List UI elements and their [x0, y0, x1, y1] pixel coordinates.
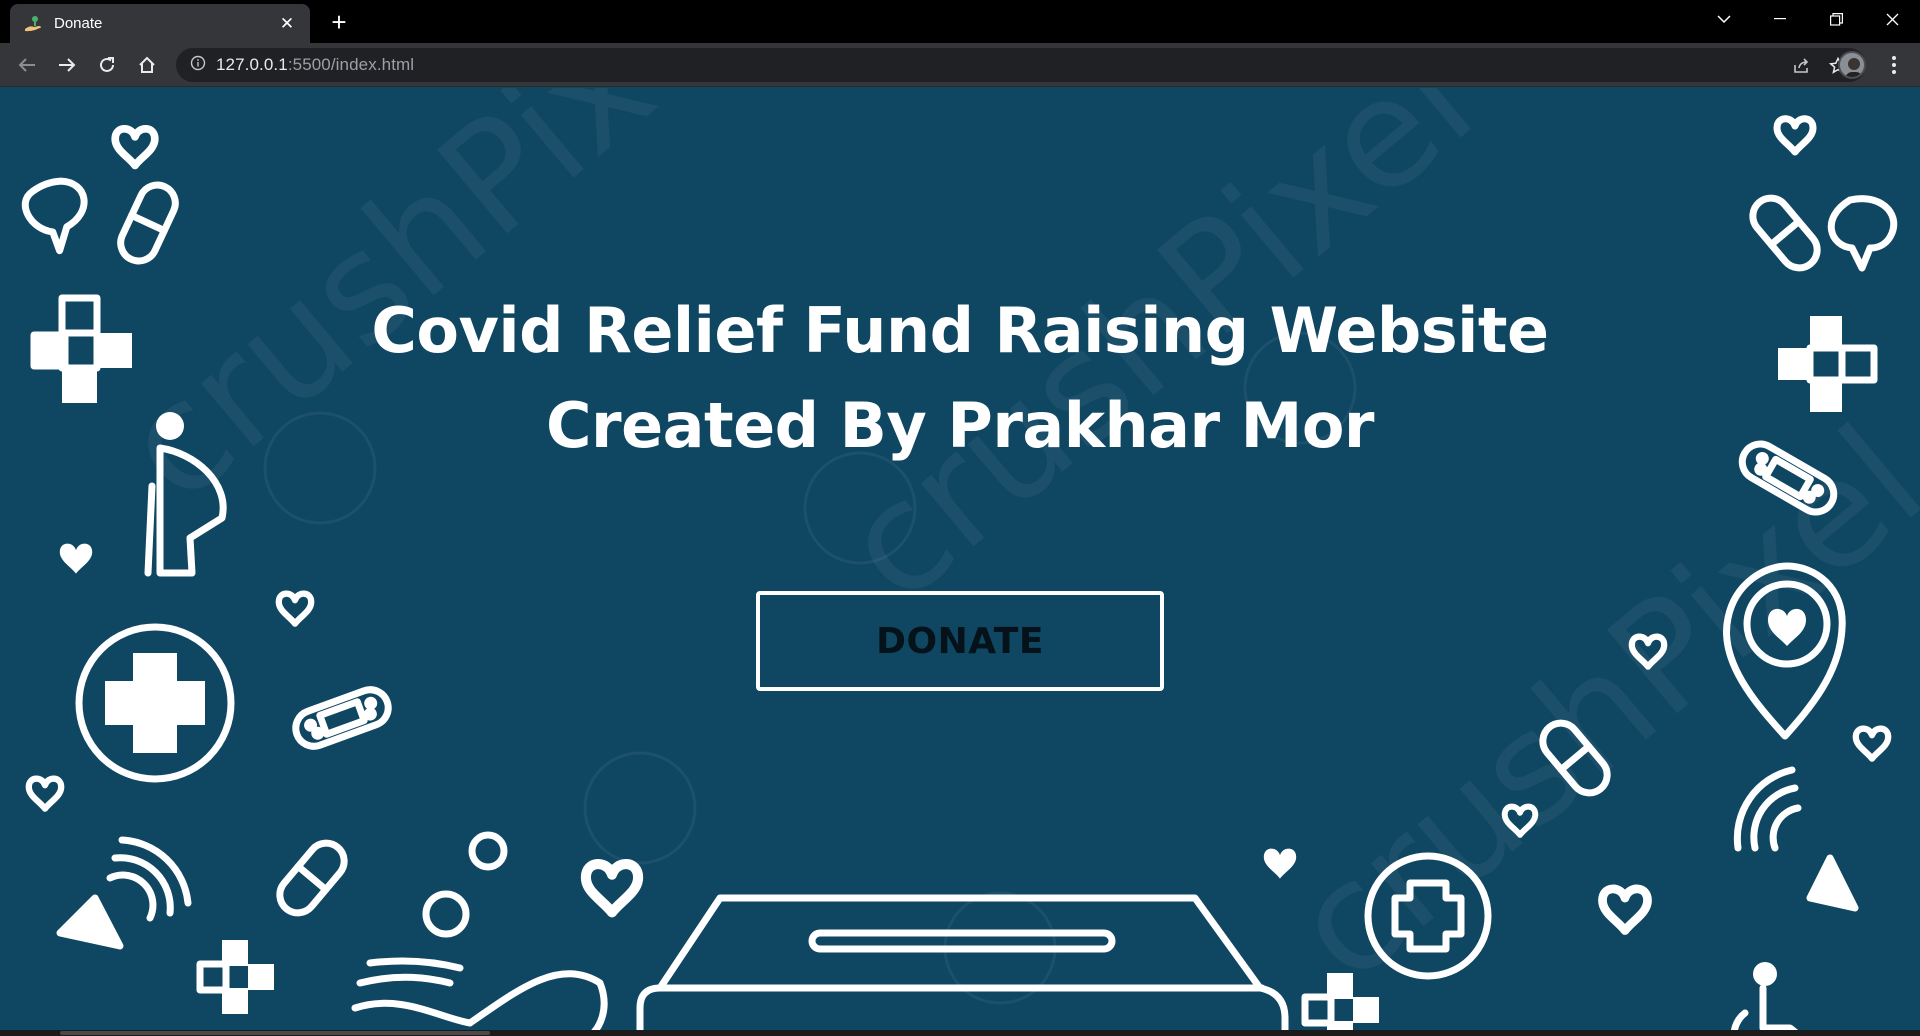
- heart-icon: [279, 594, 311, 624]
- megaphone-icon: [1733, 766, 1859, 912]
- medical-cross-icon: [1778, 316, 1878, 412]
- url-text: 127.0.0.1:5500/index.html: [216, 55, 414, 75]
- forward-arrow-icon[interactable]: [52, 50, 82, 80]
- browser-toolbar: 127.0.0.1:5500/index.html: [0, 43, 1920, 87]
- url-path: :5500/index.html: [287, 55, 415, 74]
- tab-close-icon[interactable]: ✕: [276, 13, 298, 35]
- profile-avatar[interactable]: [1838, 51, 1866, 79]
- pill-icon: [272, 836, 351, 920]
- heart-icon: [1856, 729, 1888, 759]
- heart-icon: [1777, 119, 1813, 152]
- heart-icon: [29, 779, 61, 809]
- background-illustration: crushPixel crushPixel crushPixel: [21, 88, 1920, 1036]
- donate-button-label: DONATE: [876, 620, 1044, 662]
- pill-icon: [1745, 191, 1824, 275]
- heart-icon: [115, 129, 155, 166]
- megaphone-icon: [56, 836, 192, 950]
- heart-icon: [586, 864, 638, 912]
- menu-dots-icon[interactable]: [1882, 52, 1906, 78]
- title-line-2: Created By Prakhar Mor: [546, 389, 1374, 462]
- restore-icon[interactable]: [1808, 0, 1864, 38]
- window-controls: [1696, 0, 1920, 38]
- home-icon[interactable]: [132, 50, 162, 80]
- address-bar[interactable]: 127.0.0.1:5500/index.html: [176, 48, 1866, 82]
- browser-tab[interactable]: Donate ✕: [10, 4, 310, 43]
- site-info-icon[interactable]: [190, 55, 206, 76]
- url-host: 127.0.0.1: [216, 55, 288, 74]
- chat-bubble-icon: [1827, 195, 1898, 272]
- wheelchair-icon: [1730, 962, 1804, 1036]
- donate-hand-icon: [24, 14, 44, 34]
- donate-button[interactable]: DONATE: [756, 591, 1164, 691]
- window-close-icon[interactable]: [1864, 0, 1920, 38]
- back-arrow-icon[interactable]: [12, 50, 42, 80]
- share-icon[interactable]: [1790, 55, 1814, 77]
- open-hand-icon: [351, 957, 608, 1036]
- chat-bubble-icon: [21, 177, 88, 255]
- reload-icon[interactable]: [92, 50, 122, 80]
- bandage-icon: [292, 686, 392, 750]
- page-title: Covid Relief Fund Raising Website Create…: [260, 283, 1660, 473]
- browser-tabstrip: Donate ✕ +: [0, 0, 1920, 43]
- bubble-circle: [422, 831, 508, 938]
- watermark: crushPixel crushPixel crushPixel: [91, 88, 1920, 1016]
- horizontal-scrollbar[interactable]: [0, 1030, 1920, 1036]
- medical-cross-icon: [196, 940, 274, 1014]
- circle-cross-icon: [75, 623, 235, 783]
- pill-icon: [115, 179, 181, 267]
- heart-icon: [1603, 889, 1648, 931]
- title-line-1: Covid Relief Fund Raising Website: [371, 294, 1549, 367]
- tab-search-chevron-icon[interactable]: [1696, 0, 1752, 38]
- donation-box-icon: [636, 894, 1289, 1036]
- tab-title: Donate: [54, 15, 103, 32]
- new-tab-button[interactable]: +: [324, 7, 354, 37]
- heart-icon: [59, 543, 93, 574]
- minimize-icon[interactable]: [1752, 0, 1808, 38]
- page-viewport: crushPixel crushPixel crushPixel Covid R…: [0, 88, 1920, 1036]
- scrollbar-thumb[interactable]: [60, 1031, 490, 1035]
